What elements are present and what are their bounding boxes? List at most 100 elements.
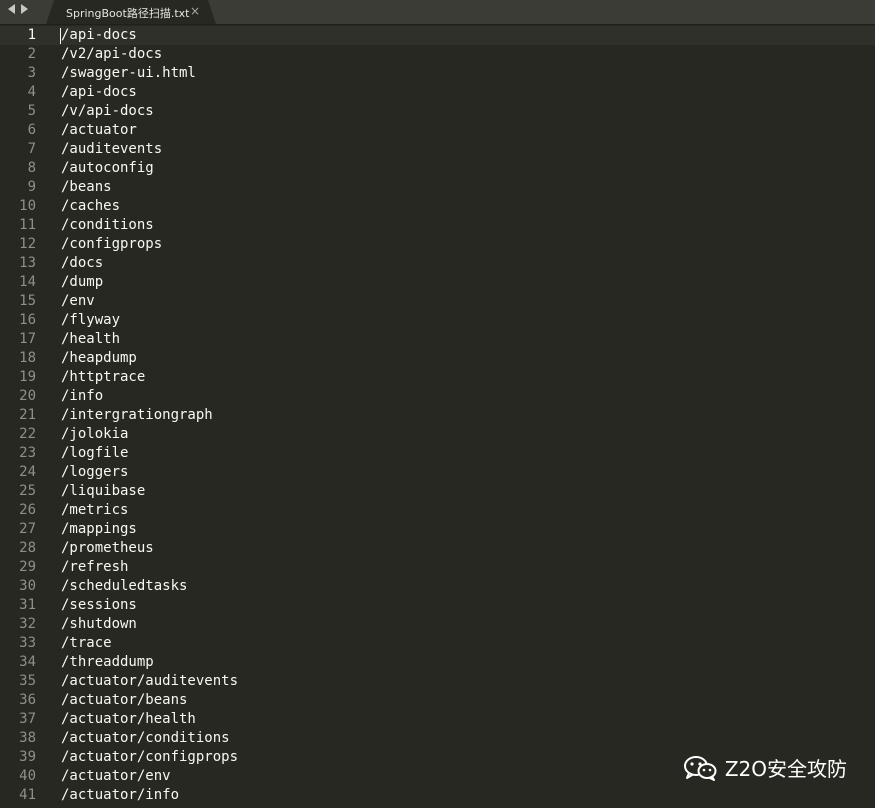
editor-line[interactable]: 41/actuator/info xyxy=(0,786,875,805)
editor-line[interactable]: 19/httptrace xyxy=(0,368,875,387)
line-number: 19 xyxy=(19,369,36,385)
line-number: 27 xyxy=(19,521,36,537)
line-number: 12 xyxy=(19,236,36,252)
line-number: 14 xyxy=(19,274,36,290)
editor-line[interactable]: 11/conditions xyxy=(0,216,875,235)
line-text: /scheduledtasks xyxy=(61,578,188,594)
editor-line[interactable]: 15/env xyxy=(0,292,875,311)
close-icon[interactable]: × xyxy=(190,4,200,18)
line-text: /httptrace xyxy=(61,369,146,385)
editor-line[interactable]: 8/autoconfig xyxy=(0,159,875,178)
line-number: 33 xyxy=(19,635,36,651)
editor-line[interactable]: 27/mappings xyxy=(0,520,875,539)
line-text: /jolokia xyxy=(61,426,129,442)
line-text: /caches xyxy=(61,198,121,214)
editor-line[interactable]: 16/flyway xyxy=(0,311,875,330)
editor-line[interactable]: 31/sessions xyxy=(0,596,875,615)
editor-line[interactable]: 9/beans xyxy=(0,178,875,197)
line-number: 15 xyxy=(19,293,36,309)
line-number: 25 xyxy=(19,483,36,499)
editor-line[interactable]: 21/intergrationgraph xyxy=(0,406,875,425)
editor-line[interactable]: 4/api-docs xyxy=(0,83,875,102)
editor-line[interactable]: 25/liquibase xyxy=(0,482,875,501)
line-number: 39 xyxy=(19,749,36,765)
editor-line[interactable]: 38/actuator/conditions xyxy=(0,729,875,748)
line-number: 22 xyxy=(19,426,36,442)
tab-navigation xyxy=(8,4,28,14)
editor-line[interactable]: 12/configprops xyxy=(0,235,875,254)
line-text: /actuator xyxy=(61,122,137,138)
line-number: 29 xyxy=(19,559,36,575)
editor-line[interactable]: 20/info xyxy=(0,387,875,406)
line-text: /prometheus xyxy=(61,540,154,556)
tab-file[interactable]: SpringBoot路径扫描.txt × xyxy=(46,0,216,24)
editor-line[interactable]: 5/v/api-docs xyxy=(0,102,875,121)
line-number: 32 xyxy=(19,616,36,632)
editor-line[interactable]: 14/dump xyxy=(0,273,875,292)
tab-bar: SpringBoot路径扫描.txt × xyxy=(0,0,875,25)
editor-line[interactable]: 7/auditevents xyxy=(0,140,875,159)
line-text: /env xyxy=(61,293,95,309)
editor-line[interactable]: 10/caches xyxy=(0,197,875,216)
text-editor[interactable]: 1/api-docs 2/v2/api-docs 3/swagger-ui.html… xyxy=(0,25,875,808)
editor-line[interactable]: 18/heapdump xyxy=(0,349,875,368)
line-text: /metrics xyxy=(61,502,129,518)
editor-line[interactable]: 2/v2/api-docs xyxy=(0,45,875,64)
editor-line[interactable]: 13/docs xyxy=(0,254,875,273)
line-number: 2 xyxy=(27,46,36,62)
line-text: /info xyxy=(61,388,104,404)
line-number: 11 xyxy=(19,217,36,233)
editor-line[interactable]: 24/loggers xyxy=(0,463,875,482)
editor-line[interactable]: 36/actuator/beans xyxy=(0,691,875,710)
editor-line[interactable]: 35/actuator/auditevents xyxy=(0,672,875,691)
watermark-text: Z2O安全攻防 xyxy=(724,757,847,781)
line-text: /flyway xyxy=(61,312,121,328)
line-number: 34 xyxy=(19,654,36,670)
editor-line[interactable]: 22/jolokia xyxy=(0,425,875,444)
line-text: /actuator/auditevents xyxy=(61,673,239,689)
line-number: 16 xyxy=(19,312,36,328)
editor-line[interactable]: 6/actuator xyxy=(0,121,875,140)
line-text: /v2/api-docs xyxy=(61,46,163,62)
line-text: /actuator/beans xyxy=(61,692,188,708)
line-number: 31 xyxy=(19,597,36,613)
line-number: 38 xyxy=(19,730,36,746)
editor-line[interactable]: 17/health xyxy=(0,330,875,349)
line-text: /v/api-docs xyxy=(61,103,154,119)
editor-line[interactable]: 34/threaddump xyxy=(0,653,875,672)
line-number: 23 xyxy=(19,445,36,461)
line-number: 10 xyxy=(19,198,36,214)
triangle-left-icon[interactable] xyxy=(8,4,15,14)
line-number: 4 xyxy=(27,84,36,100)
line-text: /actuator/conditions xyxy=(61,730,230,746)
text-cursor xyxy=(60,28,61,44)
editor-line[interactable]: 30/scheduledtasks xyxy=(0,577,875,596)
watermark: Z2O安全攻防 xyxy=(683,753,847,782)
editor-line[interactable]: 32/shutdown xyxy=(0,615,875,634)
line-text: /configprops xyxy=(61,236,163,252)
line-number: 40 xyxy=(19,768,36,784)
wechat-logo-icon xyxy=(683,755,717,781)
editor-line[interactable]: 26/metrics xyxy=(0,501,875,520)
line-text: /loggers xyxy=(61,464,129,480)
editor-line[interactable]: 29/refresh xyxy=(0,558,875,577)
line-number: 1 xyxy=(27,27,36,43)
line-number: 28 xyxy=(19,540,36,556)
line-number: 37 xyxy=(19,711,36,727)
line-text: /actuator/health xyxy=(61,711,196,727)
editor-line[interactable]: 33/trace xyxy=(0,634,875,653)
line-number: 13 xyxy=(19,255,36,271)
line-number: 6 xyxy=(27,122,36,138)
line-number: 20 xyxy=(19,388,36,404)
editor-line[interactable]: 3/swagger-ui.html xyxy=(0,64,875,83)
editor-line[interactable]: 1/api-docs xyxy=(0,26,875,45)
editor-line[interactable]: 28/prometheus xyxy=(0,539,875,558)
line-number: 7 xyxy=(27,141,36,157)
line-text: /mappings xyxy=(61,521,137,537)
editor-line[interactable]: 23/logfile xyxy=(0,444,875,463)
triangle-right-icon[interactable] xyxy=(21,4,28,14)
line-text: /swagger-ui.html xyxy=(61,65,196,81)
line-text: /conditions xyxy=(61,217,154,233)
line-number: 41 xyxy=(19,787,36,803)
editor-line[interactable]: 37/actuator/health xyxy=(0,710,875,729)
